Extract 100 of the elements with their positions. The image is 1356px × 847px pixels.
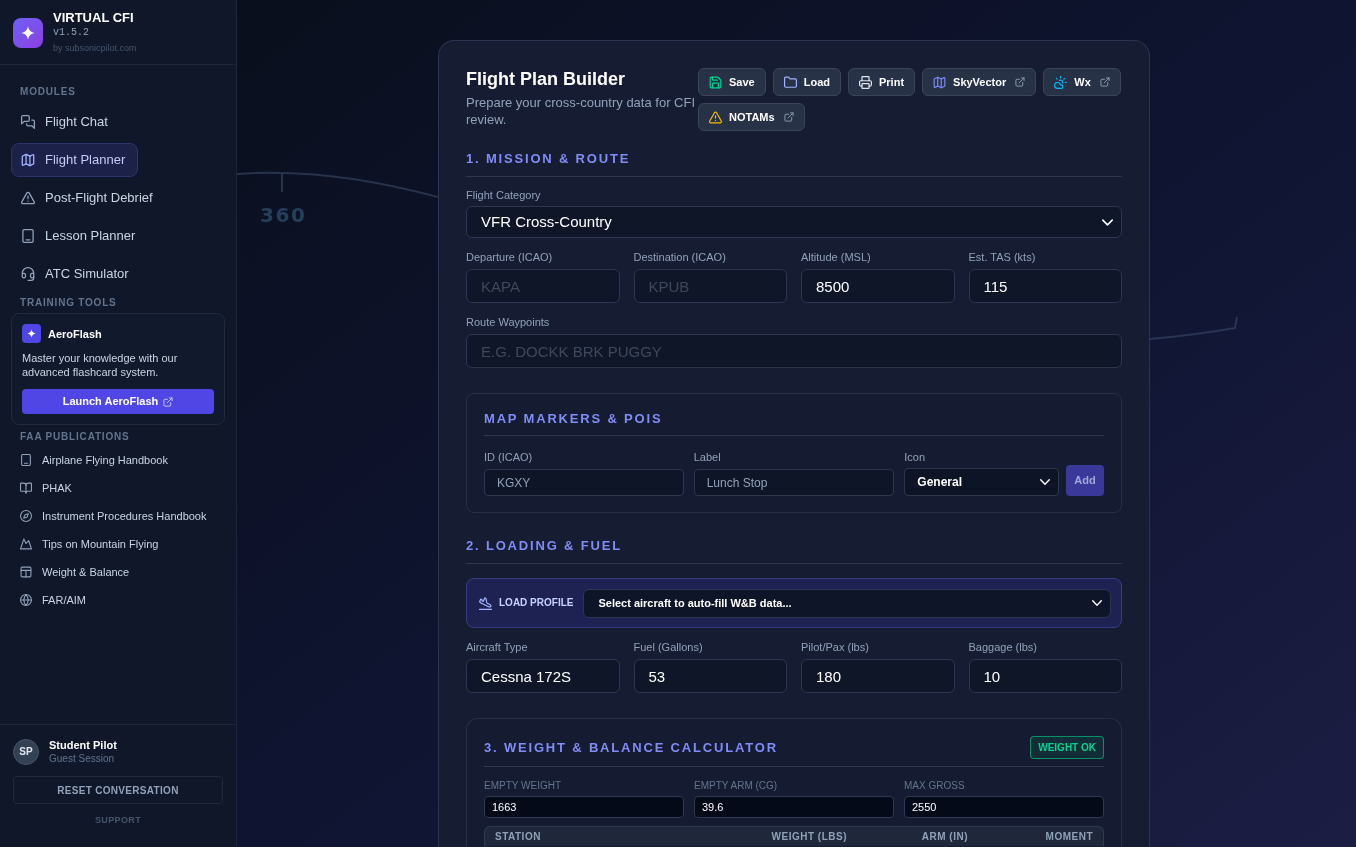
table-icon xyxy=(20,566,32,578)
field-label: Label xyxy=(693,450,721,464)
warning-icon xyxy=(709,110,722,124)
category-select[interactable]: VFR Cross-Country xyxy=(466,206,1122,238)
icon-select[interactable]: General xyxy=(904,468,1060,496)
nav-item[interactable]: Lesson Planner xyxy=(11,219,149,253)
section-heading: 3. WEIGHT & BALANCE CALCULATOR xyxy=(484,739,778,756)
mountain-icon xyxy=(20,538,32,550)
toolbar-button[interactable]: Load xyxy=(772,68,841,96)
section-heading: TRAINING TOOLS xyxy=(20,297,117,309)
compass-icon xyxy=(20,510,32,522)
field-label: MAX GROSS xyxy=(904,780,965,792)
status-badge: WEIGHT OK xyxy=(1030,736,1104,759)
toolbar-button[interactable]: Save xyxy=(698,68,766,96)
launch-button[interactable]: Launch AeroFlash xyxy=(22,389,214,414)
external-link-icon xyxy=(1015,77,1026,87)
section-heading: 2. LOADING & FUEL xyxy=(466,538,622,554)
compass-heading-label: 360 xyxy=(260,203,307,227)
reset-button[interactable]: RESET CONVERSATION xyxy=(13,776,223,804)
load-profile-label: LOAD PROFILE xyxy=(499,597,574,609)
printer-icon xyxy=(859,75,872,89)
empty-weight-field[interactable]: 1663 xyxy=(484,796,684,818)
app-title: VIRTUAL CFI xyxy=(53,10,134,26)
folder-icon xyxy=(783,75,797,89)
aircraft-select[interactable]: Select aircraft to auto-fill W&B data... xyxy=(583,588,1111,618)
publication-link[interactable]: FAR/AIM xyxy=(11,586,95,614)
nav-item[interactable]: Post-Flight Debrief xyxy=(11,181,166,215)
field-label: Aircraft Type xyxy=(466,640,528,654)
section-heading: FAA PUBLICATIONS xyxy=(20,431,130,443)
label-field[interactable]: Lunch Stop xyxy=(693,469,895,496)
publication-link[interactable]: PHAK xyxy=(11,474,81,502)
chevron-down-icon xyxy=(1040,479,1051,485)
sparkle-icon xyxy=(22,324,41,343)
app-byline: by subsonicpilot.com xyxy=(53,42,137,54)
field-label: Est. TAS (kts) xyxy=(968,250,1036,264)
field-label: Flight Category xyxy=(466,188,541,202)
chevron-down-icon xyxy=(1102,218,1113,226)
nav-item[interactable]: ATC Simulator xyxy=(11,257,142,291)
column-header: STATION xyxy=(495,830,541,843)
toolbar-button[interactable]: SkyVector xyxy=(922,68,1037,96)
field-label: Route Waypoints xyxy=(466,315,550,329)
user-name: Student Pilot xyxy=(49,738,117,752)
field-label: EMPTY WEIGHT xyxy=(484,780,562,792)
field-label: Pilot/Pax (lbs) xyxy=(801,640,869,654)
empty-arm-field[interactable]: 39.6 xyxy=(694,796,894,818)
globe-icon xyxy=(20,594,32,606)
tablet-icon xyxy=(21,229,35,243)
chat-icon xyxy=(21,115,35,129)
field-label: Destination (ICAO) xyxy=(633,250,726,264)
publication-link[interactable]: Tips on Mountain Flying xyxy=(11,530,168,558)
card-description: Master your knowledge with our advanced flashcard system. xyxy=(22,351,179,379)
cloud-sun-icon xyxy=(1054,75,1068,89)
aircraft-field[interactable]: Cessna 172S xyxy=(466,659,620,693)
max-gross-field[interactable]: 2550 xyxy=(904,796,1104,818)
passenger-weight-field[interactable]: 180 xyxy=(801,659,955,693)
field-label: Altitude (MSL) xyxy=(801,250,871,264)
column-header: WEIGHT (LBS) xyxy=(771,830,847,843)
toolbar-button[interactable]: Wx xyxy=(1043,68,1121,96)
column-header: MOMENT xyxy=(1045,830,1093,843)
chevron-down-icon xyxy=(1092,600,1102,606)
warning-icon xyxy=(21,191,35,205)
field-label: Baggage (lbs) xyxy=(968,640,1037,654)
app-version: v1.5.2 xyxy=(53,26,89,40)
page-title: Flight Plan Builder xyxy=(466,68,625,90)
nav-item[interactable]: Flight Planner xyxy=(11,143,139,177)
id-field[interactable]: KGXY xyxy=(484,469,684,496)
publication-link[interactable]: Weight & Balance xyxy=(11,558,139,586)
field-label: Departure (ICAO) xyxy=(466,250,553,264)
publication-link[interactable]: Instrument Procedures Handbook xyxy=(11,502,216,530)
session-label: Guest Session xyxy=(49,752,115,765)
field-label: EMPTY ARM (CG) xyxy=(694,780,778,792)
nav-item[interactable]: Flight Chat xyxy=(11,105,121,139)
field-label: Fuel (Gallons) xyxy=(633,640,703,654)
page-subtitle: Prepare your cross-country data for CFI review. xyxy=(466,94,696,128)
map-icon xyxy=(21,153,35,167)
airspeed-field[interactable]: 115 xyxy=(968,269,1122,303)
user-avatar: SP xyxy=(13,738,39,765)
field-label: ID (ICAO) xyxy=(484,450,533,464)
external-link-icon xyxy=(783,112,794,122)
fuel-field[interactable]: 53 xyxy=(633,659,787,693)
altitude-field[interactable]: 8500 xyxy=(801,269,955,303)
field-label: Icon xyxy=(904,450,926,464)
section-heading: 1. MISSION & ROUTE xyxy=(466,151,631,167)
external-link-icon xyxy=(163,396,174,407)
open-book-icon xyxy=(20,482,32,494)
external-link-icon xyxy=(1099,77,1110,87)
baggage-field[interactable]: 10 xyxy=(968,659,1122,693)
column-header: ARM (IN) xyxy=(921,830,968,843)
section-heading: MAP MARKERS & POIS xyxy=(484,411,663,427)
publication-link[interactable]: Airplane Flying Handbook xyxy=(11,446,177,474)
tablet-icon xyxy=(20,454,32,466)
headset-icon xyxy=(21,267,35,281)
save-icon xyxy=(709,75,722,89)
logo-icon xyxy=(13,18,43,48)
toolbar-button[interactable]: Print xyxy=(848,68,916,96)
card-title: AeroFlash xyxy=(48,326,102,341)
toolbar-button[interactable]: NOTAMs xyxy=(698,103,805,131)
section-heading: MODULES xyxy=(20,86,76,98)
plane-icon xyxy=(479,596,492,610)
map-icon xyxy=(933,75,947,89)
